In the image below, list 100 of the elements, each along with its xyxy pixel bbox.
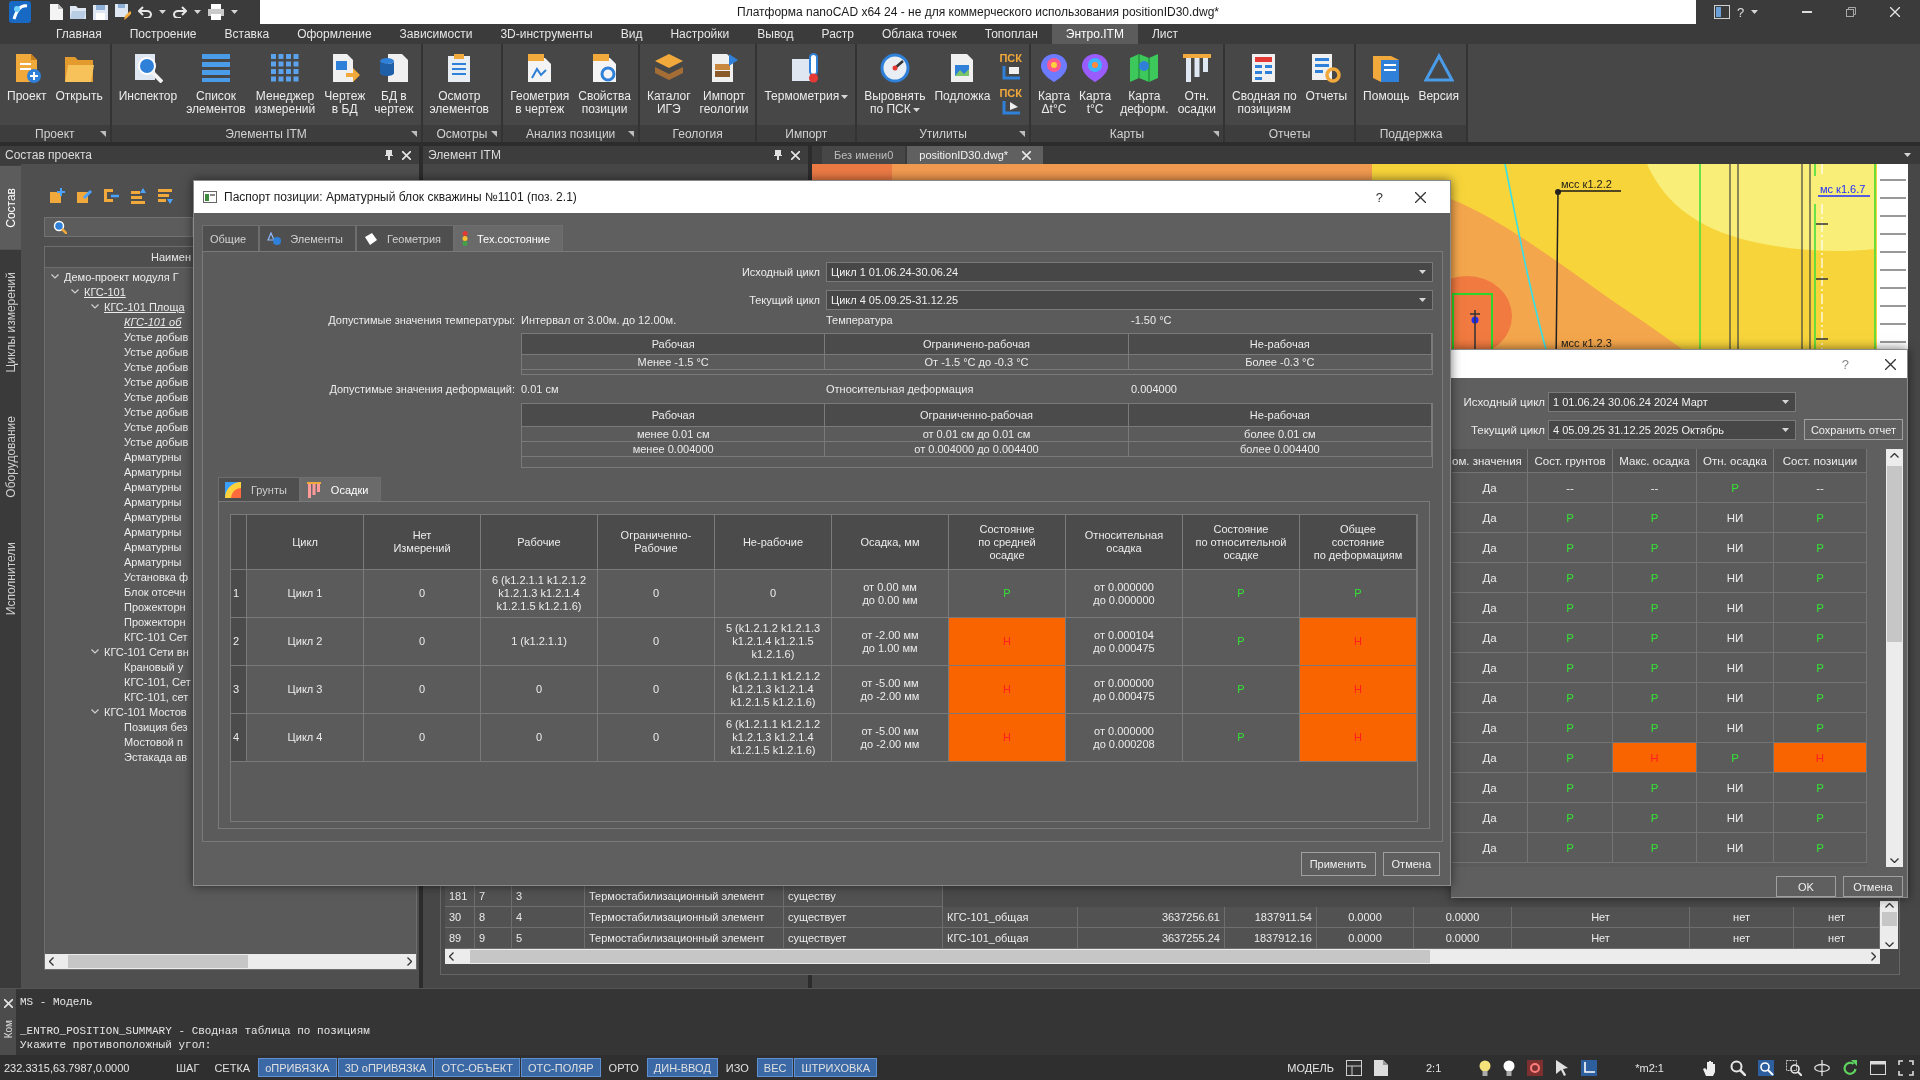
menu-tab[interactable]: Настройки [656,24,744,44]
scrollbar-thumb[interactable] [1881,912,1897,926]
corner-arrow-icon[interactable] [1018,130,1025,137]
menu-tab[interactable]: Построение [115,24,211,44]
dialog-button[interactable]: OK [1776,876,1836,897]
vertical-scrollbar[interactable] [1880,901,1898,949]
tree-item[interactable]: Устье добыв [124,419,189,434]
ribbon-button[interactable]: Выровнять по ПСК [861,52,929,118]
tree-item[interactable]: Устье добыв [124,359,189,374]
print-icon[interactable] [208,4,224,20]
ribbon-button[interactable]: Сводная по позициям [1228,52,1300,118]
arrow-down-icon[interactable] [1890,858,1899,863]
tree-item[interactable]: Устье добыв [124,404,189,419]
help-button[interactable]: ? [1737,4,1745,20]
scale-label[interactable]: 2:1 [1425,1061,1442,1074]
tree-item[interactable]: КГС-101 Мостов [104,704,187,719]
corner-arrow-icon[interactable] [1212,130,1219,137]
fullscreen-icon[interactable] [1898,1059,1914,1076]
side-tab[interactable]: Циклы измерений [0,249,21,395]
document-tab[interactable]: Без имени0 [822,146,906,164]
indent-icon[interactable] [103,188,119,204]
redo-icon[interactable] [173,6,187,18]
ribbon-button[interactable]: Осмотр элементов [426,52,492,118]
tree-item[interactable]: КГС-101 [84,284,126,299]
tree-item[interactable]: КГС-101 Сет [124,629,188,644]
dialog-tab[interactable]: Геометрия [355,225,454,251]
ribbon-button[interactable]: Термометрия [761,52,852,105]
ribbon-button[interactable]: Версия [1415,52,1462,105]
pin-icon[interactable] [774,150,782,160]
corner-arrow-icon[interactable] [491,130,498,137]
caret-icon[interactable] [1751,10,1759,14]
zoom-extents-icon[interactable] [1758,1059,1774,1076]
orbit-icon[interactable] [1814,1059,1830,1076]
chevron-down-icon[interactable] [51,274,59,279]
ribbon-button[interactable]: БД в чертеж [371,52,417,118]
menu-tab[interactable]: Растр [807,24,868,44]
mode-toggle[interactable]: СЕТКА [207,1058,258,1077]
horizontal-scrollbar[interactable] [445,949,1880,964]
dialog-tab[interactable]: Общие [202,225,260,251]
tree-item[interactable]: Эстакада ав [124,749,188,764]
tree-item[interactable]: Устье добыв [124,344,189,359]
arrow-up-icon[interactable] [1890,453,1899,458]
tree-item[interactable]: Мостовой п [124,734,183,749]
arrow-left-icon[interactable] [49,957,54,966]
tree-item[interactable]: Арматурны [124,524,182,539]
mode-toggle[interactable]: ШАГ [169,1058,207,1077]
mode-toggle[interactable]: ОРТО [601,1058,646,1077]
ring-icon[interactable] [1527,1059,1544,1076]
vertical-scrollbar[interactable] [1886,449,1903,867]
ribbon-button[interactable]: Помощь [1360,52,1413,105]
scrollbar-thumb[interactable] [1887,466,1902,642]
menu-tab[interactable]: Облака точек [868,24,971,44]
dialog-button[interactable]: Отмена [1843,876,1903,897]
caret-icon[interactable] [159,10,166,14]
menu-tab[interactable]: Вставка [210,24,284,44]
ribbon-button[interactable]: Свойства позиции [575,52,634,118]
tree-item[interactable]: Арматурны [124,539,182,554]
help-button[interactable]: ? [1375,189,1383,205]
tree-item[interactable]: КГС-101, Сет [124,674,191,689]
caret-icon[interactable] [194,10,201,14]
tree-item[interactable]: КГС-101 об [124,314,182,329]
add-item-icon[interactable] [49,188,65,204]
ribbon-button[interactable]: Открыть [52,52,106,105]
chevron-down-icon[interactable] [91,304,99,309]
ribbon-button[interactable]: Каталог ИГЭ [643,52,694,118]
tree-item[interactable]: Арматурны [124,494,182,509]
save-report-button[interactable]: Сохранить отчет [1804,419,1903,440]
sort-down-icon[interactable] [157,188,173,204]
side-tab[interactable]: Оборудование [0,394,21,520]
save-as-icon[interactable] [115,4,131,20]
caret-icon[interactable] [231,10,238,14]
chevron-down-icon[interactable] [91,709,99,714]
refresh-icon[interactable] [1842,1059,1858,1076]
app-logo-icon[interactable] [9,1,31,23]
zoom-window-icon[interactable] [1786,1059,1802,1076]
mode-toggle[interactable]: ДИН-ВВОД [646,1058,718,1077]
chevron-down-icon[interactable] [71,289,79,294]
dialog-button[interactable]: Отмена [1382,852,1440,876]
menu-tab[interactable]: Оформление [283,24,386,44]
tree-item[interactable]: Блок отсечн [124,584,186,599]
hand-icon[interactable] [1702,1059,1718,1076]
menu-tab[interactable]: 3D-инструменты [486,24,607,44]
ribbon-button[interactable]: Карта деформ. [1117,52,1172,118]
cycle-dropdown[interactable]: Цикл 4 05.09.25-31.12.25 [826,290,1433,310]
ribbon-button[interactable]: Инспектор [115,52,181,105]
ribbon-button[interactable]: Карта t°C [1076,52,1115,118]
new-file-icon[interactable] [50,4,63,20]
menu-tab[interactable]: Вывод [743,24,808,44]
mode-toggle[interactable]: ШТРИХОВКА [794,1058,878,1077]
ribbon-button[interactable]: Чертеж в БД [321,52,369,118]
dialog-tab[interactable]: Элементы [259,225,356,251]
tree-item[interactable]: Арматурны [124,449,182,464]
tree-item[interactable]: Демо-проект модуля Г [64,269,179,284]
mode-toggle[interactable]: ИЗО [718,1058,756,1077]
dialog-tab[interactable]: Осадки [299,477,382,501]
arrow-left-icon[interactable] [449,952,454,961]
menu-tab[interactable]: Вид [606,24,657,44]
chevron-down-icon[interactable] [91,649,99,654]
layout-icon[interactable] [1345,1059,1362,1076]
tree-item[interactable]: Арматурны [124,509,182,524]
